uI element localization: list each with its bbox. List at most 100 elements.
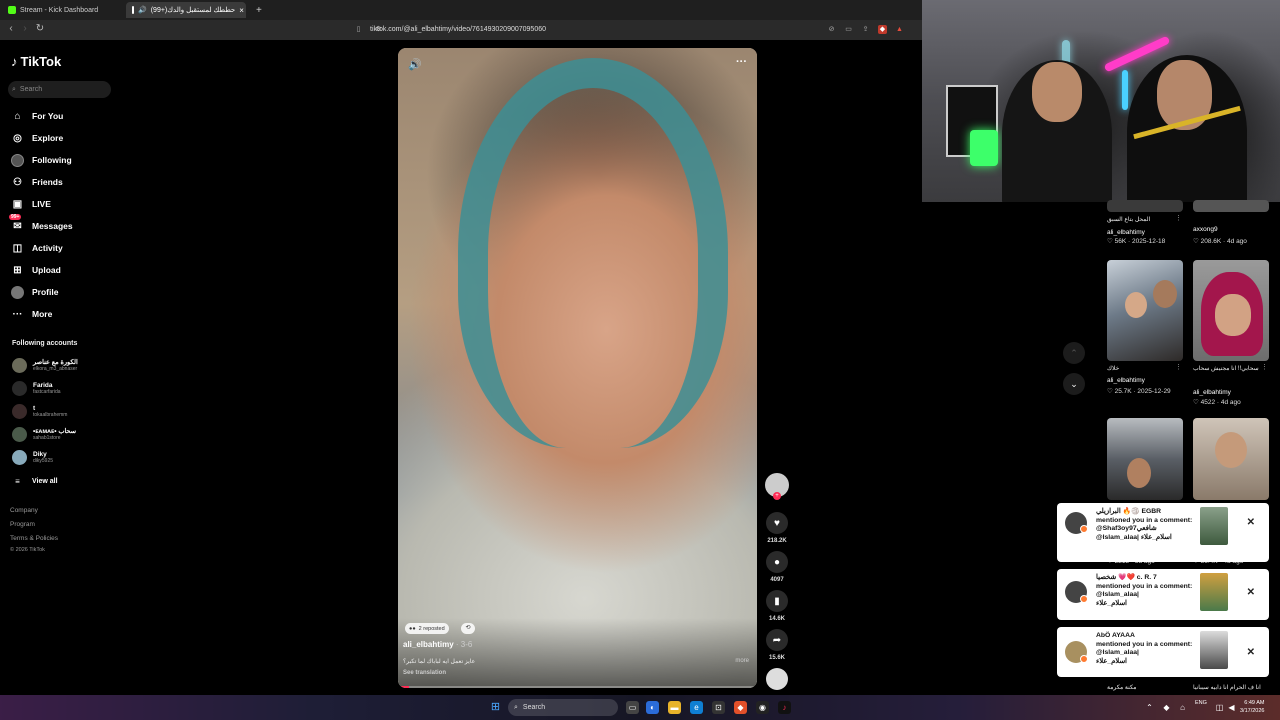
search-input[interactable]: ⌕ Search — [8, 81, 111, 98]
grid-more-icon[interactable]: ⋮ — [1261, 363, 1268, 371]
nav-friends[interactable]: ⚇ Friends — [11, 175, 63, 189]
nav-messages[interactable]: ✉ 99+ Messages — [9, 213, 73, 233]
input-language[interactable]: ENG — [1195, 700, 1207, 706]
see-translation-link[interactable]: See translation — [403, 670, 446, 676]
pip-icon[interactable]: ▭ — [844, 25, 853, 34]
activity-icon: ◫ — [12, 242, 23, 254]
volume-tray-icon[interactable]: ◀ — [1225, 701, 1238, 714]
nav-live[interactable]: ▣ LIVE — [11, 197, 51, 211]
reload-icon[interactable]: ↻ — [33, 23, 47, 34]
tiktok-logo[interactable]: ♪ TikTok — [11, 54, 61, 69]
video-author[interactable]: ali_elbahtimy · 3-6 — [403, 640, 472, 649]
nav-explore[interactable]: ◎ Explore — [11, 131, 63, 145]
grid-thumb[interactable] — [1107, 418, 1183, 500]
volume-icon[interactable]: 🔊 — [408, 58, 422, 71]
back-icon[interactable]: ‹ — [4, 23, 18, 34]
grid-user[interactable]: ali_elbahtimy — [1107, 229, 1145, 236]
browser-tab-bar: Stream - Kick Dashboard 🔊 (99+)حططك لمست… — [0, 0, 922, 20]
brave-icon[interactable]: ◆ — [734, 701, 747, 714]
comment-count: 4097 — [770, 577, 784, 583]
caption-more-link[interactable]: more — [735, 658, 749, 664]
bookmark-icon[interactable]: ▯ — [354, 25, 363, 34]
taskbar-search[interactable]: ⌕ Search — [508, 699, 618, 716]
close-icon[interactable]: ✕ — [1247, 647, 1255, 658]
video-progress-bar[interactable] — [398, 686, 757, 688]
grid-thumb[interactable] — [1193, 260, 1269, 361]
tab-tiktok[interactable]: 🔊 (99+)حططك لمستقبل والدك × — [126, 2, 246, 18]
more-options-icon[interactable]: ··· — [736, 56, 747, 68]
comment-button[interactable]: ● 4097 — [765, 551, 789, 583]
mention-notification[interactable]: AbÖ AYAAA mentioned you in a comment: @I… — [1057, 627, 1269, 677]
grid-more-icon[interactable]: ⋮ — [1175, 363, 1182, 371]
following-account[interactable]: Farida fastcarfarida — [12, 379, 61, 397]
footer-program[interactable]: Program — [10, 521, 35, 528]
following-account[interactable]: Diky diky5925 — [12, 448, 53, 466]
edge-icon[interactable]: e — [690, 701, 703, 714]
nav-for-you[interactable]: ⌂ For You — [11, 109, 63, 123]
sound-disc-button[interactable] — [765, 668, 789, 690]
tiktok-app-icon[interactable]: ♪ — [778, 701, 791, 714]
grid-user[interactable]: axxong9 — [1193, 226, 1218, 233]
close-icon[interactable]: ✕ — [1247, 587, 1255, 598]
nav-activity[interactable]: ◫ Activity — [11, 241, 63, 255]
mention-notification[interactable]: البرازيلي 🔥🏐 EGBR mentioned you in a com… — [1057, 503, 1269, 562]
reposted-badge[interactable]: ●● 2 reposted — [405, 623, 449, 634]
windows-start-icon[interactable]: ⊞ — [489, 701, 502, 714]
grid-thumb[interactable] — [1107, 200, 1183, 212]
tray-app-icon[interactable]: ◆ — [1160, 701, 1173, 714]
follow-plus-icon[interactable]: + — [773, 492, 781, 500]
next-video-button[interactable]: ⌄ — [1063, 373, 1085, 395]
share-count: 15.6K — [768, 655, 785, 661]
following-account[interactable]: الكورة مع عناصر elkora_m3_abnaser — [12, 356, 78, 374]
following-account[interactable]: t tokaalbrahemm — [12, 402, 67, 420]
nav-more[interactable]: ··· More — [11, 307, 53, 321]
copilot-icon[interactable]: ◐ — [646, 701, 659, 714]
notification-thumbnail — [1200, 631, 1228, 669]
live-icon: ▣ — [12, 198, 23, 210]
footer-company[interactable]: Company — [10, 507, 38, 514]
footer-terms[interactable]: Terms & Policies — [10, 535, 58, 542]
grid-thumb[interactable] — [1107, 260, 1183, 361]
rewards-icon[interactable]: ▲ — [895, 25, 904, 34]
repost-icon[interactable]: ⟲ — [461, 623, 475, 634]
tray-chevron-icon[interactable]: ⌃ — [1143, 701, 1156, 714]
avatar — [12, 449, 27, 465]
store-icon[interactable]: ⊡ — [712, 701, 725, 714]
save-button[interactable]: ▮ 14.6K — [765, 590, 789, 622]
nav-profile[interactable]: Profile — [11, 285, 58, 299]
grid-thumb[interactable] — [1193, 418, 1269, 500]
previous-video-button[interactable]: ⌃ — [1063, 342, 1085, 364]
brave-shield-icon[interactable]: ◆ — [878, 25, 887, 34]
grid-caption: سحابي!! انا مجنيش سحاب — [1193, 366, 1259, 372]
share-button[interactable]: ➦ 15.6K — [765, 629, 789, 661]
bookmark-icon: ▮ — [766, 590, 788, 612]
grid-user[interactable]: ali_elbahtimy — [1193, 389, 1231, 396]
cast-icon[interactable]: ⊘ — [827, 25, 836, 34]
grid-stats: ♡ 4522 · 4d ago — [1193, 399, 1241, 406]
nav-following[interactable]: Following — [11, 153, 72, 167]
close-icon[interactable]: ✕ — [1247, 517, 1255, 528]
grid-thumb[interactable] — [1193, 200, 1269, 212]
taskbar-clock[interactable]: 6:49 AM 3/17/2026 — [1240, 699, 1264, 715]
tab-kick-dashboard[interactable]: Stream - Kick Dashboard — [2, 2, 122, 18]
grid-more-icon[interactable]: ⋮ — [1175, 214, 1182, 222]
task-view-icon[interactable]: ▭ — [626, 701, 639, 714]
like-button[interactable]: ♥ 218.2K — [765, 512, 789, 544]
file-explorer-icon[interactable]: ▬ — [668, 701, 681, 714]
video-progress-fill — [398, 686, 409, 688]
profile-icon — [11, 285, 24, 299]
view-all-link[interactable]: ≡ View all — [11, 474, 57, 488]
share-icon[interactable]: ⇪ — [861, 25, 870, 34]
forward-icon[interactable]: › — [18, 23, 32, 34]
network-icon[interactable]: ⌂ — [1176, 701, 1189, 714]
following-account[interactable]: •ᴇᴀᴍᴀᴇ• سحاب sahab1store — [12, 425, 76, 443]
nav-upload[interactable]: ⊞ Upload — [11, 263, 61, 277]
grid-user[interactable]: ali_elbahtimy — [1107, 377, 1145, 384]
video-player[interactable]: 🔊 ··· ●● 2 reposted ⟲ ali_elbahtimy · 3-… — [398, 48, 757, 688]
mention-notification[interactable]: شخصيا 💗❤️ c. R. 7 mentioned you in a com… — [1057, 569, 1269, 620]
webcam-overlay — [922, 0, 1280, 202]
close-tab-icon[interactable]: × — [239, 6, 244, 15]
creator-avatar-button[interactable]: + — [765, 473, 789, 500]
obs-icon[interactable]: ◉ — [756, 701, 769, 714]
new-tab-button[interactable]: + — [250, 2, 264, 18]
